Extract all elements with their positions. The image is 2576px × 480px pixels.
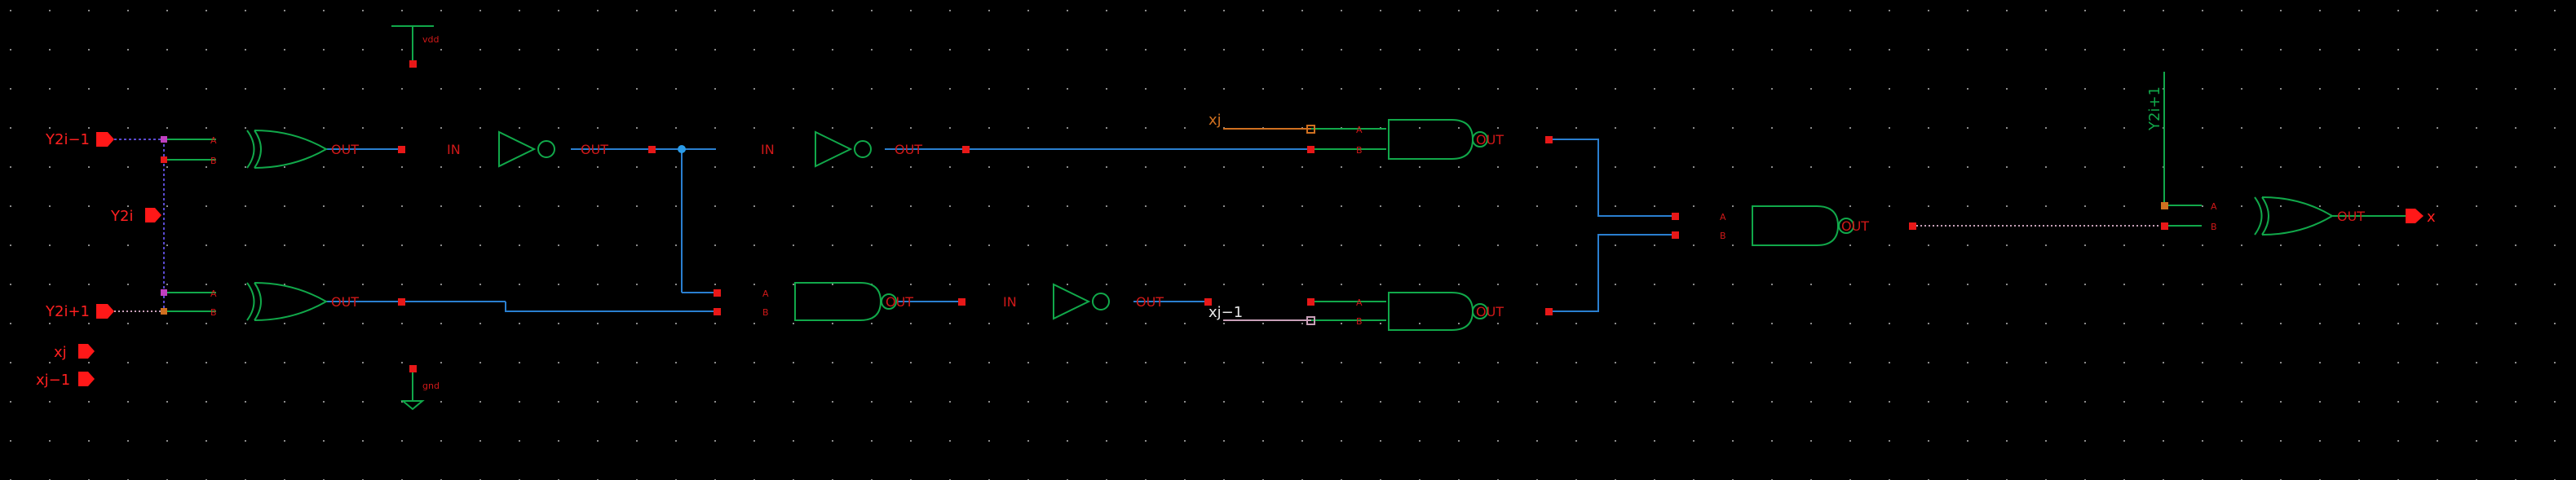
port-x-out[interactable]: x (2406, 209, 2436, 226)
net-label-xj: xj (1208, 112, 1222, 129)
gnd-triangle (400, 400, 425, 411)
nand-top-pin-out: OUT (1476, 132, 1504, 148)
inverter-3[interactable] (1053, 283, 1110, 320)
xor1-pin-a: A (210, 135, 217, 146)
nand-top-pin-a: A (1356, 125, 1363, 135)
schematic-canvas: A B OUT A B OUT IN OUT IN OUT A B OUT IN… (0, 0, 2576, 480)
xor2-pin-b: B (210, 307, 217, 318)
nand-bot-pin-b: B (1356, 316, 1363, 327)
nand-gate-top[interactable] (1388, 119, 1488, 160)
nand-gate-final[interactable] (1752, 205, 1854, 246)
nand-mid-pin-a: A (762, 288, 769, 299)
nand-final-pin-out: OUT (1841, 218, 1869, 234)
gnd-label: gnd (422, 381, 440, 391)
xor1-pin-out: OUT (331, 142, 359, 157)
junction-dot (678, 145, 686, 153)
inverter-2[interactable] (815, 130, 872, 168)
nand-gate-mid[interactable] (794, 282, 897, 321)
port-xj-label: xj (54, 344, 67, 361)
ports: Y2i−1 Y2i Y2i+1 xj xj−1 x (36, 131, 2436, 389)
port-y2i-plus-1-label: Y2i+1 (45, 303, 90, 320)
xor2-pin-a: A (210, 288, 217, 299)
wire-xor2-to-nand-mid-b[interactable] (505, 302, 718, 312)
port-y2i-minus-1[interactable]: Y2i−1 (45, 131, 114, 148)
inv2-pin-in: IN (761, 142, 775, 157)
port-y2i-plus-1[interactable]: Y2i+1 (45, 303, 114, 320)
nand-top-pin-b: B (1356, 145, 1363, 156)
nand-gate-bottom[interactable] (1388, 292, 1488, 331)
nand-mid-pin-out: OUT (886, 294, 913, 310)
xor2-pin-out: OUT (331, 294, 359, 310)
pin-labels: A B OUT A B OUT IN OUT IN OUT A B OUT IN… (210, 34, 2365, 391)
xor3-pin-b: B (2211, 222, 2217, 232)
inv1-pin-in: IN (447, 142, 461, 157)
nand-bot-pin-a: A (1356, 297, 1363, 308)
xor1-pin-b: B (210, 156, 217, 166)
nand-final-pin-a: A (1720, 212, 1726, 222)
wire-nand-top-out-to-final[interactable] (1549, 139, 1675, 217)
xor3-pin-out: OUT (2337, 209, 2365, 224)
port-x-out-label: x (2427, 209, 2436, 226)
pin-nodes (161, 60, 2168, 372)
inv1-pin-out: OUT (581, 142, 608, 157)
inv3-pin-out: OUT (1136, 294, 1164, 310)
port-xj-minus-1-label: xj−1 (36, 372, 70, 389)
wire-y2i-plus-1-vertical[interactable] (2163, 72, 2202, 206)
port-y2i[interactable]: Y2i (110, 208, 161, 225)
xor-gate-1[interactable] (246, 130, 329, 169)
nand-final-pin-b: B (1720, 231, 1726, 241)
nand-bot-pin-out: OUT (1476, 304, 1504, 319)
nand-mid-pin-b: B (762, 307, 769, 318)
wire-nand-bot-out-to-final[interactable] (1549, 234, 1675, 312)
xor3-pin-a: A (2211, 201, 2217, 212)
net-label-xj-minus-1: xj−1 (1208, 304, 1243, 321)
wires (114, 25, 2406, 411)
port-xj[interactable]: xj (54, 344, 95, 361)
inv3-pin-in: IN (1003, 294, 1017, 310)
xor-gate-3[interactable] (2254, 196, 2334, 236)
xor-gate-2[interactable] (246, 282, 329, 321)
port-xj-minus-1[interactable]: xj−1 (36, 372, 95, 389)
grid-dots (10, 10, 2556, 480)
port-y2i-minus-1-label: Y2i−1 (45, 131, 90, 148)
net-label-y2i-plus-1-vertical: Y2i+1 (2146, 86, 2163, 131)
port-y2i-label: Y2i (110, 208, 133, 225)
inv2-pin-out: OUT (895, 142, 922, 157)
inverter-1[interactable] (498, 130, 555, 168)
vdd-label: vdd (422, 34, 439, 45)
